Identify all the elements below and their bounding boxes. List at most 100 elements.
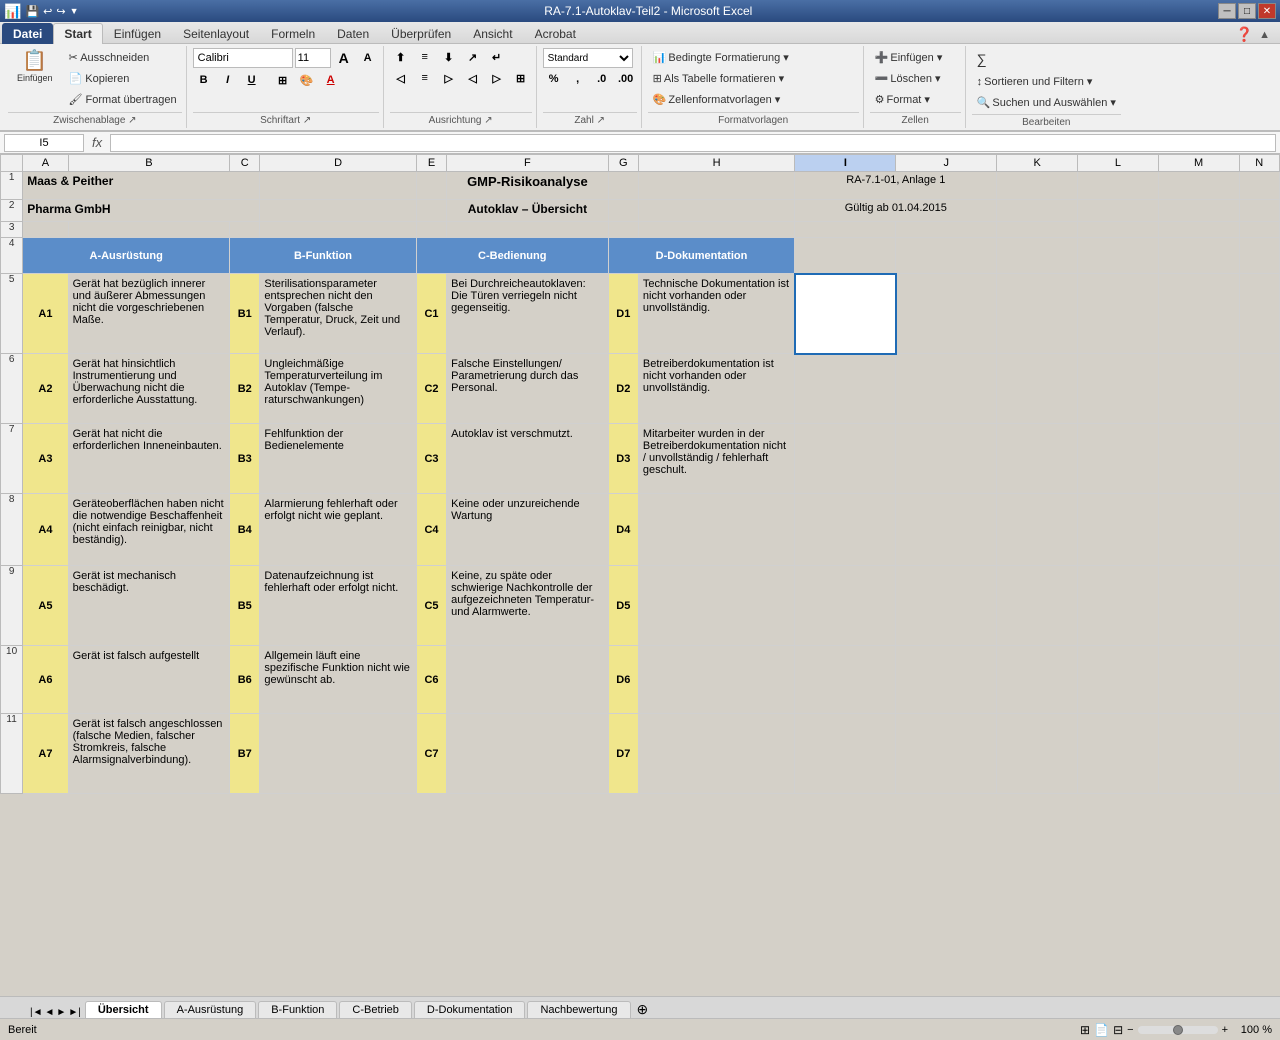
header-D-dokumentation[interactable]: D-Dokumentation	[608, 238, 795, 274]
cell-K1[interactable]	[997, 172, 1078, 200]
cell-E8-label[interactable]: C4	[416, 494, 446, 566]
cell-E10-label[interactable]: C6	[416, 646, 446, 714]
align-center-button[interactable]: ≡	[414, 69, 436, 87]
cell-J4[interactable]	[896, 238, 997, 274]
cell-G11-label[interactable]: D7	[608, 714, 638, 794]
sheet-tab-ubersicht[interactable]: Übersicht	[85, 1001, 162, 1018]
cell-K4[interactable]	[997, 238, 1078, 274]
help-icon[interactable]: ❓	[1236, 26, 1253, 43]
cell-L11[interactable]	[1078, 714, 1159, 794]
bold-button[interactable]: B	[193, 71, 215, 89]
tab-formeln[interactable]: Formeln	[260, 23, 326, 44]
sort-filter-button[interactable]: ↕ Sortieren und Filtern ▾	[972, 72, 1098, 91]
cell-A5-label[interactable]: A1	[23, 274, 68, 354]
cell-A8-label[interactable]: A4	[23, 494, 68, 566]
find-select-button[interactable]: 🔍 Suchen und Auswählen ▾	[972, 93, 1121, 112]
sheet-tab-d-dokumentation[interactable]: D-Dokumentation	[414, 1001, 526, 1018]
add-sheet-button[interactable]: ⊕	[637, 1001, 649, 1018]
col-header-H[interactable]: H	[638, 155, 794, 172]
cell-K2[interactable]	[997, 200, 1078, 222]
sheet-nav-last[interactable]: ►|	[68, 1007, 81, 1018]
cell-L8[interactable]	[1078, 494, 1159, 566]
cell-A2[interactable]: Pharma GmbH	[23, 200, 260, 222]
cell-A1[interactable]: Maas & Peither	[23, 172, 260, 200]
cell-A9-label[interactable]: A5	[23, 566, 68, 646]
cell-N6[interactable]	[1239, 354, 1280, 424]
cell-A3[interactable]	[23, 222, 68, 238]
cell-E9-label[interactable]: C5	[416, 566, 446, 646]
align-bottom-button[interactable]: ⬇	[438, 48, 460, 66]
cell-N2[interactable]	[1239, 200, 1280, 222]
cell-D6[interactable]: Ungleichmäßige Temperaturverteilung im A…	[260, 354, 416, 424]
italic-button[interactable]: I	[217, 71, 239, 89]
increase-indent-button[interactable]: ▷	[486, 69, 508, 87]
cell-F1[interactable]: GMP-Risikoanalyse	[447, 172, 609, 200]
fill-color-button[interactable]: 🎨	[296, 71, 318, 89]
cell-H11[interactable]	[638, 714, 794, 794]
cell-E11-label[interactable]: C7	[416, 714, 446, 794]
col-header-M[interactable]: M	[1158, 155, 1239, 172]
minimize-ribbon-icon[interactable]: ▲	[1259, 29, 1270, 41]
cell-G3[interactable]	[608, 222, 638, 238]
align-left-button[interactable]: ◁	[390, 69, 412, 87]
cell-I5[interactable]	[795, 274, 896, 354]
delete-cells-button[interactable]: ➖ Löschen ▾	[870, 69, 946, 88]
col-header-K[interactable]: K	[997, 155, 1078, 172]
cell-M4[interactable]	[1158, 238, 1239, 274]
cell-G1[interactable]	[608, 172, 638, 200]
paste-button[interactable]: 📋 Einfügen	[8, 48, 62, 86]
cell-M2[interactable]	[1158, 200, 1239, 222]
cell-M10[interactable]	[1158, 646, 1239, 714]
cell-H7[interactable]: Mitarbeiter wurden in der Betreiberdokum…	[638, 424, 794, 494]
cell-L10[interactable]	[1078, 646, 1159, 714]
cell-reference-box[interactable]	[4, 134, 84, 152]
col-header-B[interactable]: B	[68, 155, 230, 172]
cell-N11[interactable]	[1239, 714, 1280, 794]
cell-I4[interactable]	[795, 238, 896, 274]
cell-I6[interactable]	[795, 354, 896, 424]
cell-B8[interactable]: Geräteoberflächen haben nicht die notwen…	[68, 494, 230, 566]
col-header-I[interactable]: I	[795, 155, 896, 172]
col-header-F[interactable]: F	[447, 155, 609, 172]
cell-K7[interactable]	[997, 424, 1078, 494]
cell-C8-label[interactable]: B4	[230, 494, 260, 566]
cell-M6[interactable]	[1158, 354, 1239, 424]
cell-F7[interactable]: Autoklav ist verschmutzt.	[447, 424, 609, 494]
align-middle-button[interactable]: ≡	[414, 48, 436, 66]
cell-D2[interactable]	[260, 200, 416, 222]
font-shrink-button[interactable]: A	[357, 49, 379, 67]
cell-K8[interactable]	[997, 494, 1078, 566]
cut-button[interactable]: ✂ Ausschneiden	[64, 48, 182, 67]
close-button[interactable]: ✕	[1258, 3, 1276, 19]
cell-A10-label[interactable]: A6	[23, 646, 68, 714]
sheet-tab-nachbewertung[interactable]: Nachbewertung	[527, 1001, 630, 1018]
tab-ansicht[interactable]: Ansicht	[462, 23, 523, 44]
conditional-formatting-button[interactable]: 📊 Bedingte Formatierung ▾	[648, 48, 794, 67]
border-button[interactable]: ⊞	[272, 71, 294, 89]
cell-C10-label[interactable]: B6	[230, 646, 260, 714]
cell-J8[interactable]	[896, 494, 997, 566]
cell-L9[interactable]	[1078, 566, 1159, 646]
cell-L2[interactable]	[1078, 200, 1159, 222]
col-header-E[interactable]: E	[416, 155, 446, 172]
cell-C11-label[interactable]: B7	[230, 714, 260, 794]
font-size-input[interactable]	[295, 48, 331, 68]
cell-D1[interactable]	[260, 172, 416, 200]
sheet-tab-a-ausruestung[interactable]: A-Ausrüstung	[164, 1001, 257, 1018]
cell-N5[interactable]	[1239, 274, 1280, 354]
cell-H1[interactable]	[638, 172, 794, 200]
formula-input[interactable]	[110, 134, 1276, 152]
tab-start[interactable]: Start	[53, 23, 102, 44]
cell-L6[interactable]	[1078, 354, 1159, 424]
quick-save[interactable]: 💾	[25, 5, 39, 18]
header-C-bedienung[interactable]: C-Bedienung	[416, 238, 608, 274]
font-grow-button[interactable]: A	[333, 49, 355, 67]
format-as-table-button[interactable]: ⊞ Als Tabelle formatieren ▾	[648, 69, 789, 88]
cell-B5[interactable]: Gerät hat bezüglich innerer und äußerer …	[68, 274, 230, 354]
cell-I2[interactable]: Gültig ab 01.04.2015	[795, 200, 997, 222]
sheet-nav-first[interactable]: |◄	[30, 1007, 43, 1018]
cell-I10[interactable]	[795, 646, 896, 714]
col-header-J[interactable]: J	[896, 155, 997, 172]
cell-I11[interactable]	[795, 714, 896, 794]
header-A-ausruestung[interactable]: A-Ausrüstung	[23, 238, 230, 274]
